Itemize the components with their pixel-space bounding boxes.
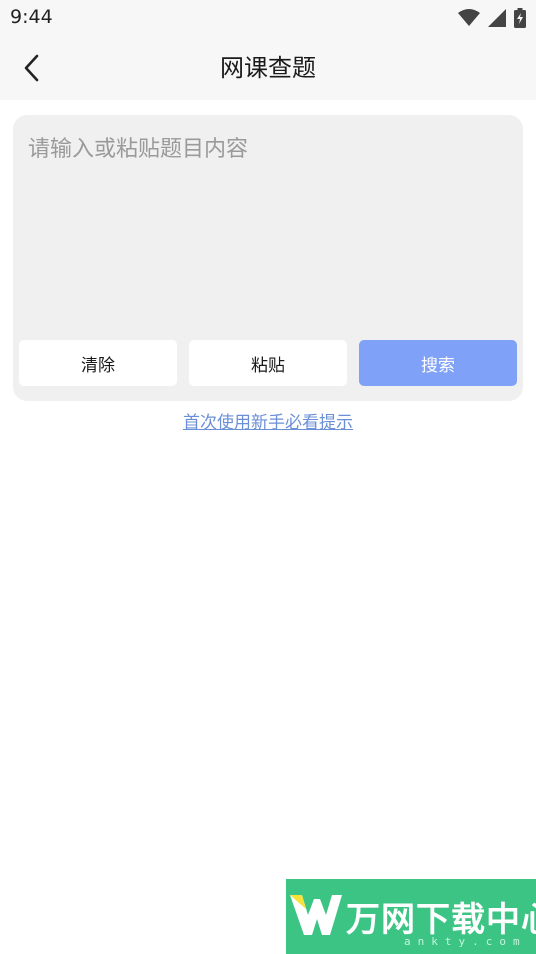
question-input[interactable] bbox=[13, 115, 523, 335]
beginner-tips-link[interactable]: 首次使用新手必看提示 bbox=[0, 408, 536, 433]
app-bar: 网课查题 bbox=[0, 36, 536, 100]
status-bar: 9:44 bbox=[0, 0, 536, 36]
battery-icon bbox=[514, 8, 526, 28]
watermark-subtitle: ankty.com bbox=[404, 935, 527, 948]
back-button[interactable] bbox=[12, 48, 52, 88]
watermark-logo-icon bbox=[290, 895, 342, 935]
status-icons bbox=[458, 7, 526, 29]
watermark-title: 万网下载中心 bbox=[346, 900, 536, 940]
page-title: 网课查题 bbox=[220, 54, 316, 82]
search-button[interactable]: 搜索 bbox=[359, 340, 517, 386]
wifi-icon bbox=[458, 9, 480, 26]
screen: 9:44 网课查题 清除 粘贴 搜索 首 bbox=[0, 0, 536, 954]
clear-button[interactable]: 清除 bbox=[19, 340, 177, 386]
query-card: 清除 粘贴 搜索 bbox=[13, 115, 523, 401]
signal-icon bbox=[488, 9, 506, 27]
status-time: 9:44 bbox=[10, 6, 53, 28]
paste-button[interactable]: 粘贴 bbox=[189, 340, 347, 386]
chevron-left-icon bbox=[24, 54, 39, 82]
watermark-badge: 万网下载中心 ankty.com bbox=[286, 879, 536, 954]
